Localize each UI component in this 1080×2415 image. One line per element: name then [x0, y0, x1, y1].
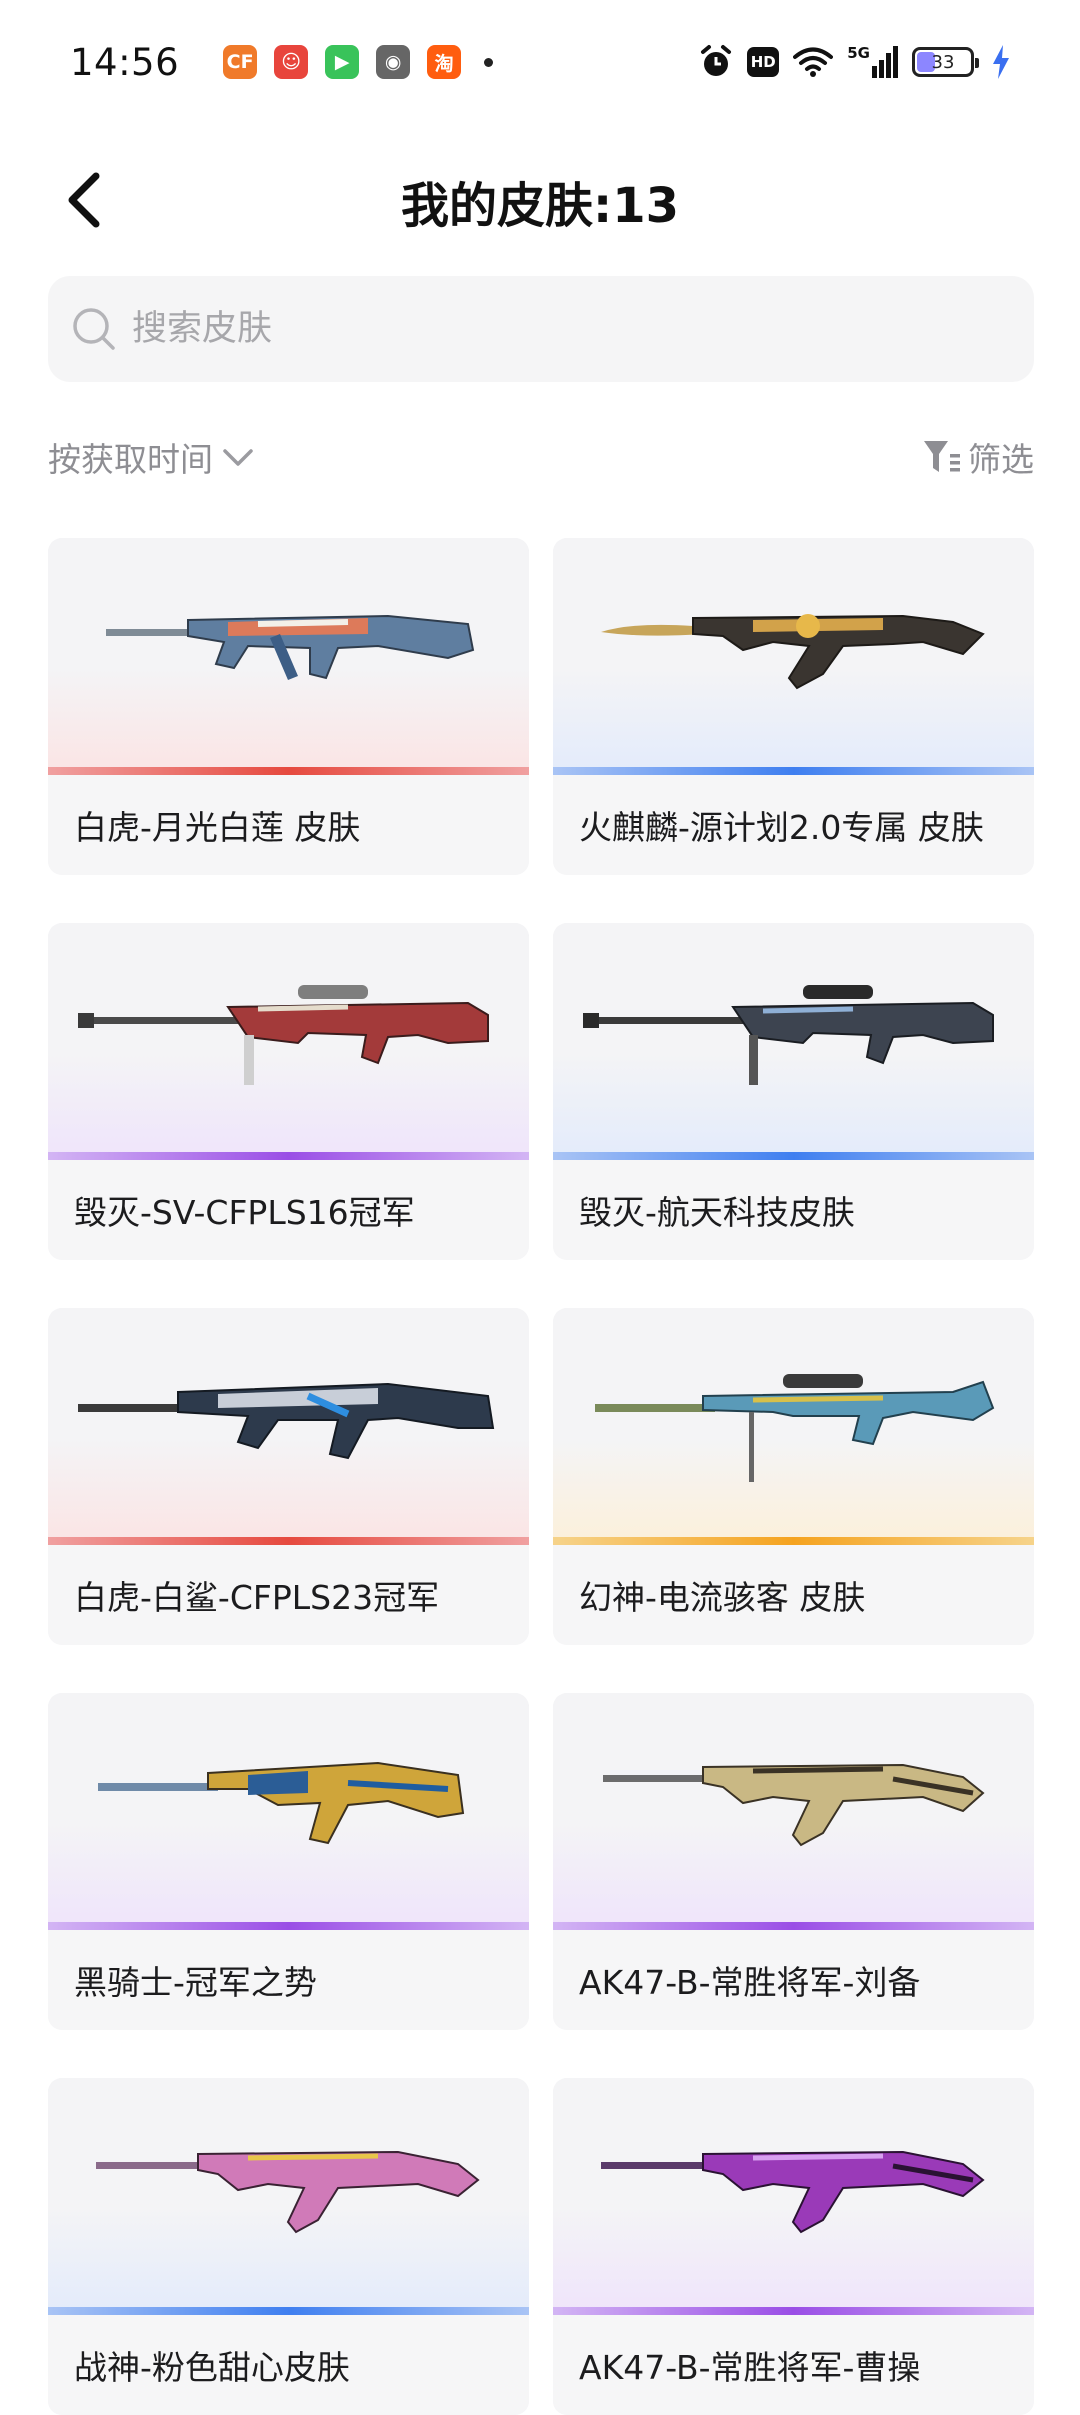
- skin-card[interactable]: 黑骑士-冠军之势: [48, 1693, 529, 2030]
- search-icon: [73, 308, 115, 350]
- skin-card[interactable]: 毁灭-SV-CFPLS16冠军: [48, 923, 529, 1260]
- skin-image: [553, 1308, 1034, 1545]
- skin-image: [48, 1693, 529, 1930]
- skin-name: 毁灭-航天科技皮肤: [553, 1160, 1034, 1260]
- sort-dropdown[interactable]: 按获取时间: [48, 432, 255, 482]
- skin-grid: 白虎-月光白莲 皮肤 火麒麟-源计划2.0专属 皮肤 毁灭-SV-CFPLS16…: [48, 538, 1034, 2415]
- filter-button[interactable]: 筛选: [922, 432, 1034, 482]
- notification-apps: CF ☺ ▶ ◉ 淘: [223, 45, 494, 79]
- rifle-skin-icon: [106, 614, 475, 680]
- skin-name: AK47-B-常胜将军-曹操: [553, 2315, 1034, 2415]
- skin-image: [553, 538, 1034, 775]
- status-time: 14:56: [70, 40, 180, 84]
- rarity-strip: [48, 1152, 529, 1160]
- search-input[interactable]: [132, 309, 952, 349]
- rarity-strip: [553, 767, 1034, 775]
- page-title: 我的皮肤:13: [401, 178, 679, 234]
- rarity-strip: [48, 1922, 529, 1930]
- skin-card[interactable]: AK47-B-常胜将军-曹操: [553, 2078, 1034, 2415]
- rifle-skin-icon: [601, 614, 985, 690]
- battery-indicator: 33: [912, 47, 979, 77]
- sniper-skin-icon: [78, 985, 489, 1085]
- alarm-icon: [701, 45, 732, 76]
- rarity-strip: [553, 1152, 1034, 1160]
- rifle-skin-icon: [601, 2150, 985, 2234]
- rarity-strip: [48, 2307, 529, 2315]
- skin-name: 白虎-白鲨-CFPLS23冠军: [48, 1545, 529, 1645]
- skin-name: 幻神-电流骇客 皮肤: [553, 1545, 1034, 1645]
- sniper-skin-icon: [583, 985, 994, 1085]
- rifle-skin-icon: [78, 1382, 495, 1460]
- sort-label: 按获取时间: [48, 440, 213, 479]
- taobao-icon: 淘: [427, 45, 462, 79]
- skin-card[interactable]: 白虎-月光白莲 皮肤: [48, 538, 529, 875]
- skin-card[interactable]: 白虎-白鲨-CFPLS23冠军: [48, 1308, 529, 1645]
- search-bar[interactable]: [48, 276, 1034, 382]
- skin-name: 黑骑士-冠军之势: [48, 1930, 529, 2030]
- status-bar: 14:56 CF ☺ ▶ ◉ 淘 HD 5G 33: [0, 0, 1080, 124]
- signal-bars-icon: [872, 46, 898, 78]
- rarity-strip: [553, 2307, 1034, 2315]
- network-type: 5G: [847, 44, 870, 62]
- skin-name: AK47-B-常胜将军-刘备: [553, 1930, 1034, 2030]
- skin-name: 战神-粉色甜心皮肤: [48, 2315, 529, 2415]
- rarity-strip: [553, 1922, 1034, 1930]
- skin-card[interactable]: 毁灭-航天科技皮肤: [553, 923, 1034, 1260]
- skin-image: [48, 2078, 529, 2315]
- filter-icon: [924, 441, 960, 472]
- clown-app-icon: ☺: [274, 45, 309, 79]
- status-right: HD 5G 33: [699, 44, 1010, 80]
- skin-card[interactable]: AK47-B-常胜将军-刘备: [553, 1693, 1034, 2030]
- avatar-app-icon: ◉: [376, 45, 411, 79]
- skin-name: 火麒麟-源计划2.0专属 皮肤: [553, 775, 1034, 875]
- chevron-down-icon: [223, 449, 253, 466]
- skin-name: 毁灭-SV-CFPLS16冠军: [48, 1160, 529, 1260]
- skin-card[interactable]: 火麒麟-源计划2.0专属 皮肤: [553, 538, 1034, 875]
- charging-icon: [993, 45, 1009, 79]
- rarity-strip: [553, 1537, 1034, 1545]
- skin-card[interactable]: 战神-粉色甜心皮肤: [48, 2078, 529, 2415]
- skin-image: [48, 1308, 529, 1545]
- cf-game-icon: CF: [223, 45, 258, 79]
- rifle-skin-icon: [96, 2150, 480, 2234]
- rifle-skin-icon: [603, 1763, 985, 1847]
- skin-image: [553, 923, 1034, 1160]
- filter-label: 筛选: [968, 440, 1034, 479]
- skin-image: [48, 923, 529, 1160]
- battery-level: 33: [931, 51, 955, 73]
- page-header: 我的皮肤:13: [0, 124, 1080, 264]
- rarity-strip: [48, 1537, 529, 1545]
- more-notifications-dot: [484, 57, 494, 67]
- skin-image: [48, 538, 529, 775]
- sniper-skin-icon: [595, 1374, 995, 1482]
- skin-card[interactable]: 幻神-电流骇客 皮肤: [553, 1308, 1034, 1645]
- skin-image: [553, 2078, 1034, 2315]
- hd-badge: HD: [747, 47, 780, 77]
- rarity-strip: [48, 767, 529, 775]
- rifle-skin-icon: [98, 1761, 465, 1845]
- video-app-icon: ▶: [325, 45, 360, 79]
- wifi-icon: [793, 47, 834, 77]
- skin-name: 白虎-月光白莲 皮肤: [48, 775, 529, 875]
- skin-image: [553, 1693, 1034, 1930]
- cell-signal: 5G: [847, 46, 898, 78]
